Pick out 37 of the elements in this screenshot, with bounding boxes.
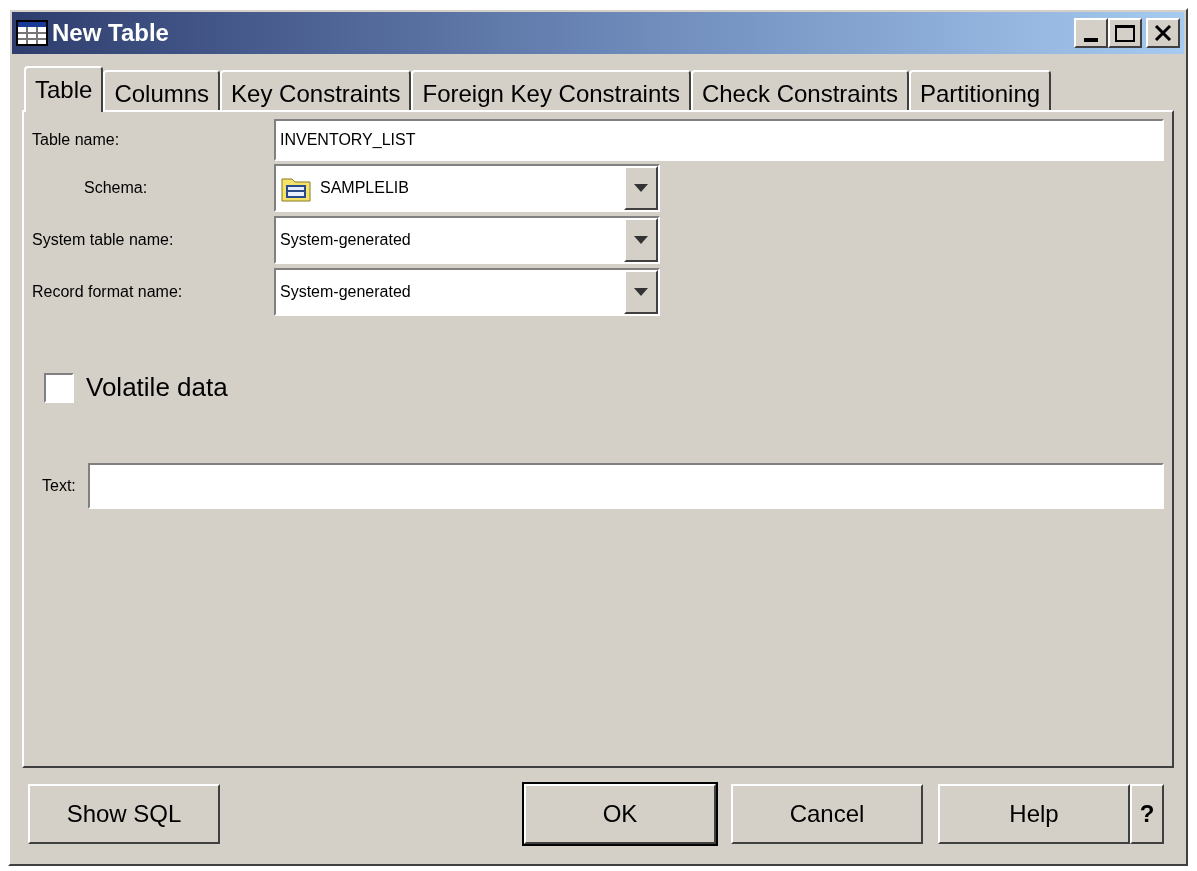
caret-icon <box>634 288 648 296</box>
field-label: Schema: <box>83 178 149 198</box>
tab[interactable]: Foreign Key Constraints <box>411 70 691 110</box>
text-input[interactable]: INVENTORY_LIST <box>274 119 1164 161</box>
dropdown-button[interactable] <box>624 270 658 314</box>
checkbox[interactable] <box>44 372 74 403</box>
tab[interactable]: Check Constraints <box>690 70 909 110</box>
field-label: Text: <box>42 476 76 496</box>
minimize-button[interactable] <box>1074 18 1108 48</box>
caret-icon <box>634 236 648 244</box>
checkbox-label: Volatile data <box>86 371 228 404</box>
field-label: System table name: <box>32 230 175 250</box>
show-sql-button[interactable]: Show SQL <box>28 784 220 844</box>
tab[interactable]: Partitioning <box>909 70 1052 110</box>
dialog-button[interactable]: Help <box>938 784 1130 844</box>
dialog-button[interactable]: OK <box>524 784 716 844</box>
dropdown[interactable]: System-generated <box>274 216 660 264</box>
maximize-icon <box>1115 24 1135 42</box>
minimize-icon <box>1084 38 1098 42</box>
dropdown[interactable]: System-generated <box>274 268 660 316</box>
field-label: Record format name: <box>32 282 184 302</box>
help-button[interactable]: ? <box>1130 784 1164 844</box>
field-label: Table name: <box>32 130 121 150</box>
tab[interactable]: Table <box>24 66 104 112</box>
dropdown[interactable]: SAMPLELIB <box>274 164 660 212</box>
close-button[interactable] <box>1146 18 1180 48</box>
dropdown-button[interactable] <box>624 218 658 262</box>
close-icon <box>1154 25 1172 41</box>
dropdown-button[interactable] <box>624 166 658 210</box>
caret-icon <box>634 184 648 192</box>
window-title: New Table <box>52 18 170 48</box>
text-input[interactable] <box>87 463 1164 509</box>
tab[interactable]: Key Constraints <box>220 70 412 110</box>
dialog-button[interactable]: Cancel <box>731 784 923 844</box>
tab[interactable]: Columns <box>103 70 221 110</box>
table-icon <box>16 20 48 46</box>
maximize-button[interactable] <box>1108 18 1142 48</box>
